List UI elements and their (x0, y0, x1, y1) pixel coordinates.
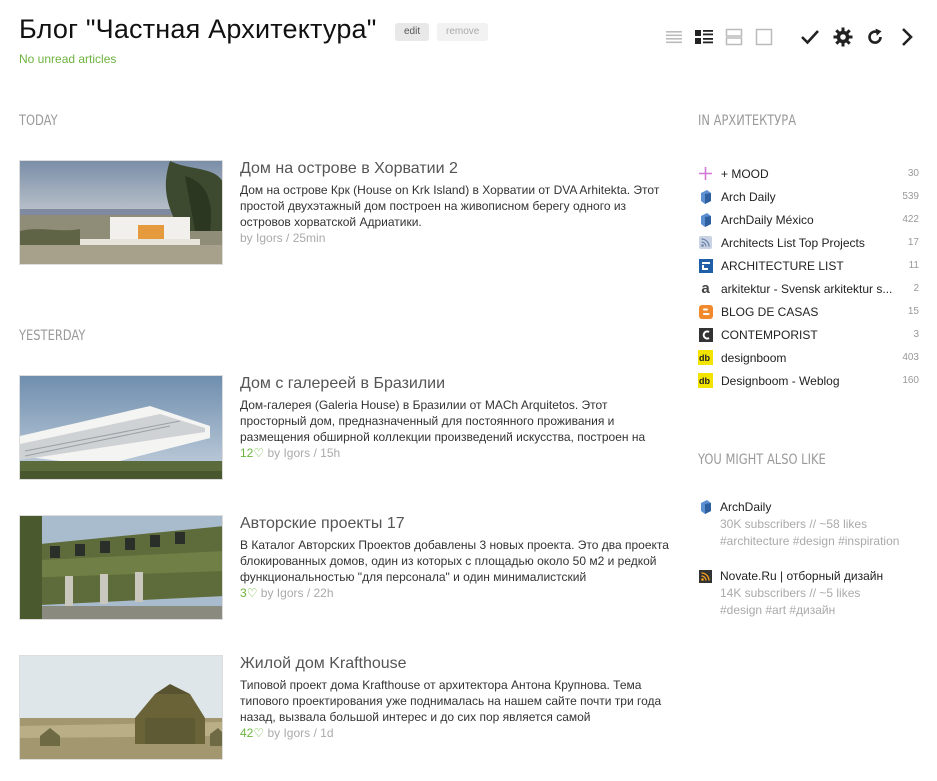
designboom-icon: db (698, 373, 713, 388)
refresh-icon[interactable] (864, 26, 886, 48)
unread-count: 403 (902, 352, 919, 363)
article-title[interactable]: Жилой дом Krafthouse (240, 655, 407, 673)
article-summary: Типовой проект дома Krafthouse от архите… (240, 678, 662, 724)
rss-icon (698, 569, 713, 584)
feed-item[interactable]: + MOOD 30 (698, 162, 919, 185)
cards-view-icon[interactable] (723, 26, 745, 48)
article-item[interactable]: Авторские проекты 17 В Каталог Авторских… (19, 515, 669, 621)
article-title[interactable]: Дом с галереей в Бразилии (240, 375, 445, 393)
unread-status: No unread articles (19, 52, 117, 66)
article-author-time: by Igors / 25min (240, 231, 326, 245)
unread-count: 30 (907, 168, 919, 179)
suggestion-tags: #architecture #design #inspiration (720, 534, 900, 548)
unread-count: 15 (907, 306, 919, 317)
feed-name: Architects List Top Projects (721, 235, 865, 250)
architecture-list-icon (698, 258, 713, 273)
list-view-icon[interactable] (663, 26, 685, 48)
section-heading-today: TODAY (19, 113, 58, 129)
unread-count: 160 (902, 375, 919, 386)
edit-button[interactable]: edit (395, 23, 430, 41)
feed-name: arkitektur - Svensk arkitektur s... (721, 281, 893, 296)
feed-name: CONTEMPORIST (721, 327, 818, 342)
feed-item[interactable]: BLOG DE CASAS 15 (698, 300, 919, 323)
page-title: Блог "Частная Архитектура" (19, 14, 377, 44)
suggestion-item[interactable]: Novate.Ru | отборный дизайн 14K subscrib… (698, 567, 919, 619)
article-meta: by Igors / 25min (240, 231, 325, 245)
article-item[interactable]: Жилой дом Krafthouse Типовой проект дома… (19, 655, 669, 761)
suggestion-tags: #design #art #дизайн (720, 603, 836, 617)
mark-as-read-icon[interactable] (799, 26, 821, 48)
article-title[interactable]: Авторские проекты 17 (240, 515, 405, 533)
article-meta: 3♡ by Igors / 22h (240, 586, 334, 600)
article-summary: В Каталог Авторских Проектов добавлены 3… (240, 538, 669, 584)
rss-icon (698, 235, 713, 250)
article-title[interactable]: Дом на острове в Хорватии 2 (240, 160, 458, 178)
suggestion-name[interactable]: ArchDaily (720, 500, 771, 514)
remove-button[interactable]: remove (437, 23, 489, 41)
article-thumbnail[interactable] (19, 515, 223, 620)
designboom-icon: db (698, 350, 713, 365)
arkitektur-icon: a (701, 280, 710, 297)
feed-name: Designboom - Weblog (721, 373, 840, 388)
archdaily-icon (698, 212, 713, 227)
feed-item[interactable]: ARCHITECTURE LIST 11 (698, 254, 919, 277)
unread-count: 2 (913, 283, 919, 294)
article-author-time: by Igors / 15h (267, 446, 341, 460)
feed-name: BLOG DE CASAS (721, 304, 819, 319)
contemporist-icon (698, 327, 713, 342)
article-summary: Дом-галерея (Galeria House) в Бразилии о… (240, 398, 646, 444)
article-meta: 12♡ by Igors / 15h (240, 446, 340, 460)
suggestion-name[interactable]: Novate.Ru | отборный дизайн (720, 569, 883, 583)
heart-icon[interactable]: ♡ (253, 446, 264, 460)
article-item[interactable]: Дом с галереей в Бразилии Дом-галерея (G… (19, 375, 669, 481)
suggestions-heading: YOU MIGHT ALSO LIKE (698, 452, 826, 468)
magazine-view-icon[interactable] (693, 26, 715, 48)
suggestion-stats: 30K subscribers // ~58 likes (720, 517, 868, 531)
svg-text:db: db (699, 353, 710, 363)
feed-item[interactable]: Architects List Top Projects 17 (698, 231, 919, 254)
unread-count: 539 (902, 191, 919, 202)
article-author-time: by Igors / 1d (267, 726, 334, 740)
feed-name: ARCHITECTURE LIST (721, 258, 844, 273)
feed-item[interactable]: db designboom 403 (698, 346, 919, 369)
archdaily-icon (698, 500, 713, 515)
article-summary: Дом на острове Крк (House on Krk Island)… (240, 183, 660, 229)
feed-name: designboom (721, 350, 787, 365)
unread-count: 422 (902, 214, 919, 225)
section-heading-yesterday: YESTERDAY (19, 328, 86, 344)
article-likes: 42 (240, 726, 254, 740)
article-meta: 42♡ by Igors / 1d (240, 726, 334, 740)
article-thumbnail[interactable] (19, 160, 223, 265)
feed-item[interactable]: CONTEMPORIST 3 (698, 323, 919, 346)
article-item[interactable]: Дом на острове в Хорватии 2 Дом на остро… (19, 160, 669, 266)
feed-item[interactable]: Arch Daily 539 (698, 185, 919, 208)
unread-count: 3 (913, 329, 919, 340)
feed-name: + MOOD (721, 166, 769, 181)
article-thumbnail[interactable] (19, 655, 223, 760)
feed-item[interactable]: db Designboom - Weblog 160 (698, 369, 919, 392)
full-article-view-icon[interactable] (753, 26, 775, 48)
archdaily-icon (698, 189, 713, 204)
article-author-time: by Igors / 22h (260, 586, 334, 600)
article-likes: 12 (240, 446, 254, 460)
suggestion-item[interactable]: ArchDaily 30K subscribers // ~58 likes #… (698, 498, 919, 550)
blogger-icon (698, 304, 713, 319)
feed-name: ArchDaily México (721, 212, 814, 227)
suggestion-stats: 14K subscribers // ~5 likes (720, 586, 861, 600)
mood-icon (698, 166, 713, 181)
unread-count: 17 (907, 237, 919, 248)
unread-count: 11 (908, 260, 919, 271)
heart-icon[interactable]: ♡ (247, 586, 258, 600)
next-icon[interactable] (896, 26, 918, 48)
feed-item[interactable]: ArchDaily México 422 (698, 208, 919, 231)
svg-text:db: db (699, 376, 710, 386)
settings-icon[interactable] (832, 26, 854, 48)
article-likes: 3 (240, 586, 247, 600)
article-thumbnail[interactable] (19, 375, 223, 480)
category-heading: IN АРХИТЕКТУРА (698, 113, 797, 129)
feed-item[interactable]: a arkitektur - Svensk arkitektur s... 2 (698, 277, 919, 300)
feed-name: Arch Daily (721, 189, 776, 204)
heart-icon[interactable]: ♡ (253, 726, 264, 740)
feed-list: + MOOD 30 Arch Daily 539 ArchDaily Méxic… (698, 162, 919, 392)
